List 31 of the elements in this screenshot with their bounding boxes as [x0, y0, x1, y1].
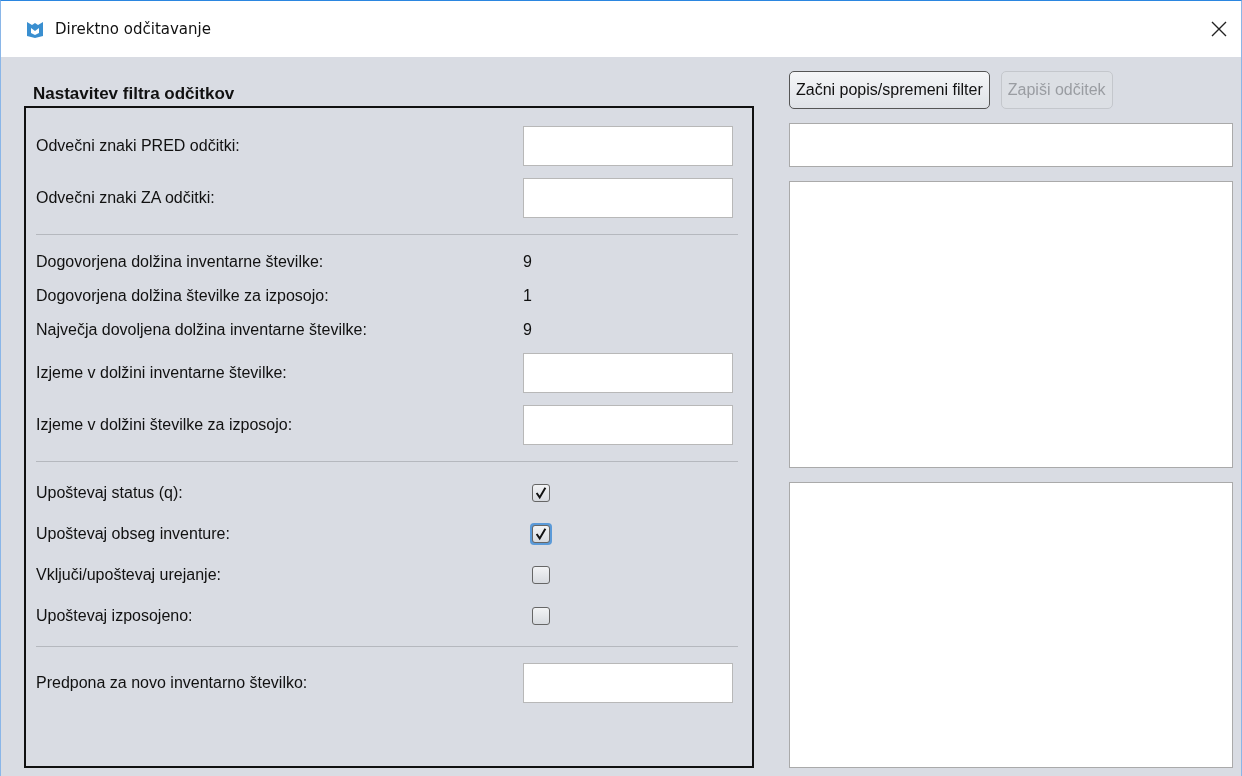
field-label: Največja dovoljena dolžina inventarne številke: [36, 321, 368, 339]
text-area[interactable] [789, 181, 1233, 468]
close-icon[interactable] [1211, 21, 1227, 37]
book-icon [25, 19, 45, 39]
input-field[interactable] [523, 178, 733, 218]
checkbox[interactable] [532, 606, 550, 625]
checkbox[interactable] [532, 565, 550, 584]
input-field[interactable] [789, 123, 1233, 167]
field-label: Upoštevaj obseg inventure: [36, 524, 231, 543]
input-field[interactable] [523, 663, 733, 703]
field-label: Dogovorjena dolžina številke za izposojo: [36, 287, 330, 305]
checkbox[interactable] [532, 483, 550, 502]
field-label: Dogovorjena dolžina inventarne številke: [36, 253, 325, 271]
action-button[interactable]: Začni popis/spremeni filter [789, 71, 990, 109]
field-label: Upoštevaj izposojeno: [36, 606, 194, 625]
field-label: Izjeme v dolžini inventarne številke: [36, 364, 288, 382]
input-field[interactable] [523, 353, 733, 393]
field-label: Izjeme v dolžini številke za izposojo: [36, 416, 294, 434]
value-text: 9 [523, 321, 532, 339]
field-label: Odvečni znaki PRED odčitki: [36, 137, 241, 155]
text-area[interactable] [789, 481, 1233, 768]
input-field[interactable] [523, 405, 733, 445]
field-label: Upoštevaj status (q): [36, 483, 184, 502]
input-field[interactable] [523, 126, 733, 166]
value-text: 1 [523, 287, 532, 305]
value-text: 9 [523, 253, 532, 271]
window-title: Direktno odčitavanje [55, 20, 212, 38]
panel-title: Nastavitev filtra odčitkov [32, 83, 236, 105]
field-label: Odvečni znaki ZA odčitki: [36, 189, 216, 207]
field-label: Predpona za novo inventarno številko: [36, 674, 309, 692]
field-label: Vključi/upoštevaj urejanje: [36, 565, 222, 584]
